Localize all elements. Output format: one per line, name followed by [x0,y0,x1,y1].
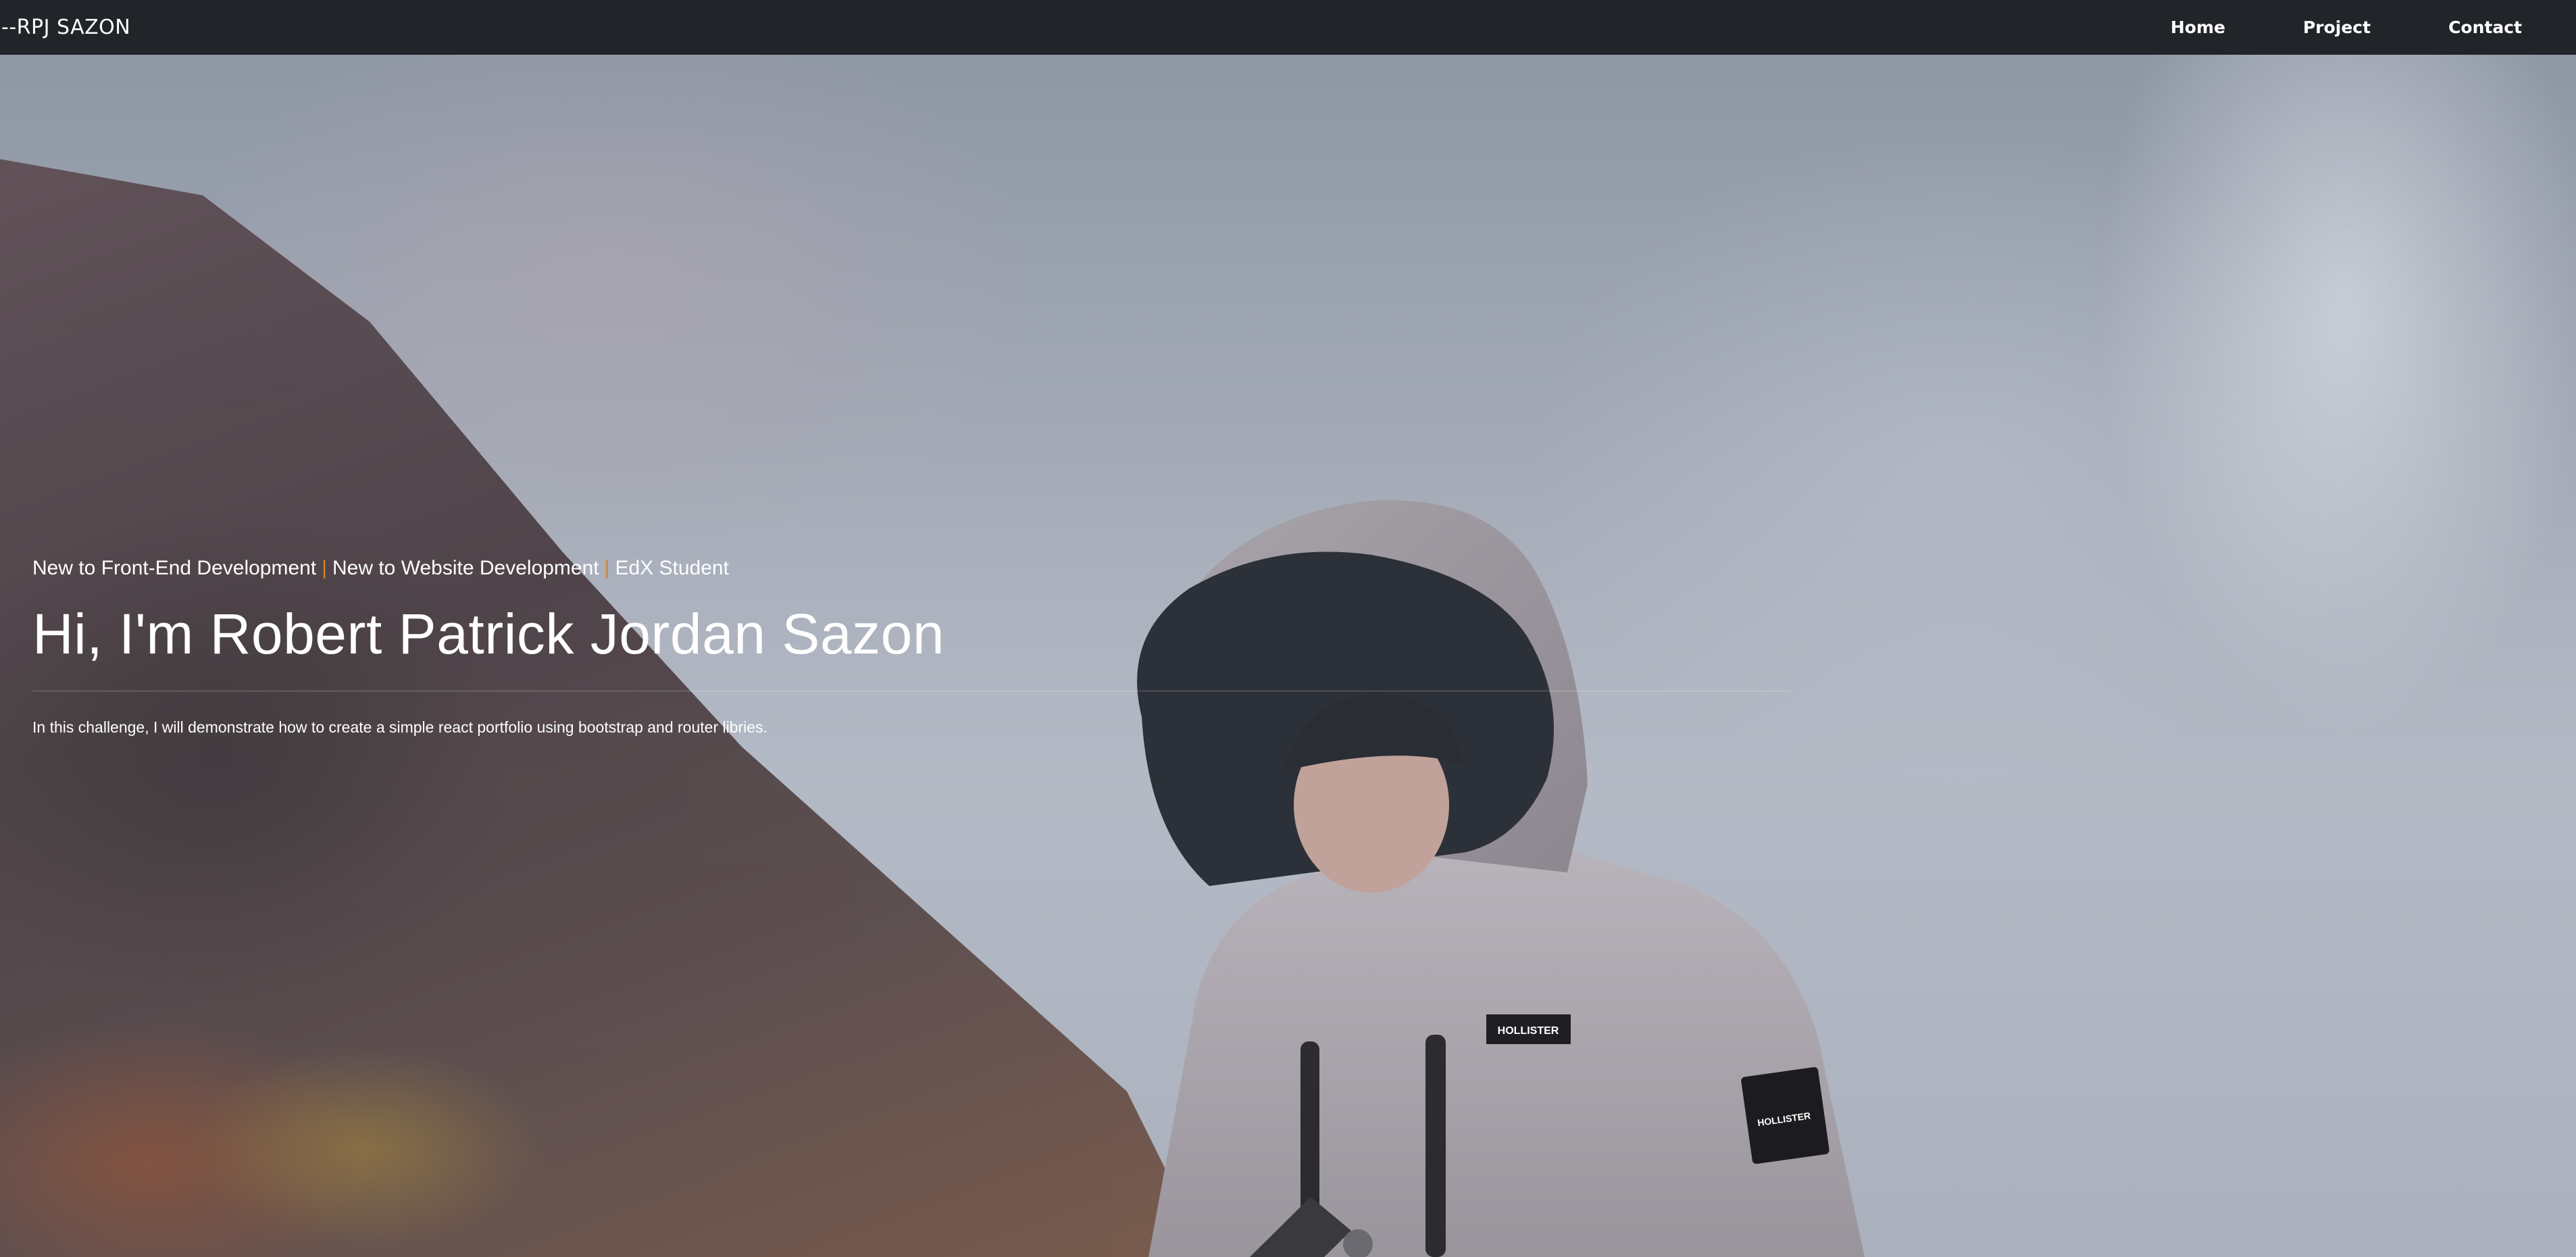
hero-description: In this challenge, I will demonstrate ho… [32,718,767,737]
top-navbar: --RPJ SAZON Home Project Contact [0,0,2576,55]
tagline-item-edx: EdX Student [615,557,729,579]
tagline-separator: | [322,557,327,579]
hero-headline: Hi, I'm Robert Patrick Jordan Sazon [32,602,945,666]
sleeve-patch-text: HOLLISTER [1757,1110,1811,1129]
chest-badge-text: HOLLISTER [1498,1025,1559,1037]
nav-link-contact[interactable]: Contact [2448,18,2522,37]
hero-tagline: New to Front-End Development | New to We… [32,557,1789,580]
hero-text-block: New to Front-End Development | New to We… [32,557,1789,752]
nav-links: Home Project Contact [2093,18,2522,37]
hero-section: HOLLISTER HOLLISTER New to Front-End Dev… [0,55,2576,1257]
nav-link-project[interactable]: Project [2303,18,2371,37]
tagline-item-website: New to Website Development [332,557,599,579]
tagline-separator: | [604,557,610,579]
tagline-item-frontend: New to Front-End Development [32,557,317,579]
brand-logo[interactable]: --RPJ SAZON [0,16,130,39]
nav-link-home[interactable]: Home [2171,18,2225,37]
